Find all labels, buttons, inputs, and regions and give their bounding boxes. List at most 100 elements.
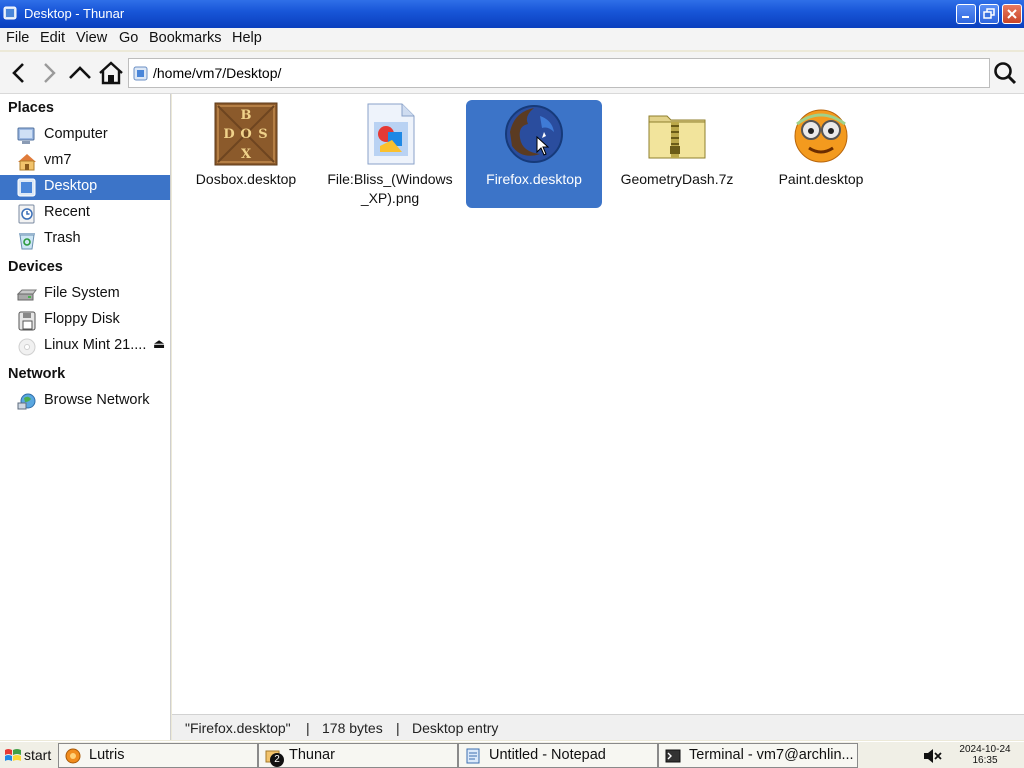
eject-icon[interactable]: ⏏: [153, 337, 165, 352]
terminal-icon: [665, 749, 681, 763]
location-folder-icon: [133, 66, 148, 81]
taskbar-item-label: Lutris: [89, 747, 125, 763]
clock-date: 2024-10-24: [959, 744, 1011, 755]
home-folder-icon: [18, 154, 36, 171]
taskbar-item-thunar[interactable]: 2 Thunar: [258, 743, 458, 768]
sidebar: Places Computer vm7 Desktop Recent Trash…: [0, 94, 171, 740]
drive-icon: [16, 289, 37, 301]
taskbar-item-label: Terminal - vm7@archlin...: [689, 747, 854, 763]
notepad-icon: [466, 748, 480, 764]
file-item-dosbox[interactable]: B D O S X Dosbox.desktop: [178, 100, 314, 208]
sidebar-item-floppy-disk[interactable]: Floppy Disk: [0, 308, 170, 333]
thunar-app-icon: [3, 6, 17, 20]
network-icon: [17, 393, 36, 410]
file-name: Paint.desktop: [778, 171, 864, 187]
status-file-name: "Firefox.desktop": [185, 720, 291, 736]
menu-bookmarks[interactable]: Bookmarks: [149, 30, 222, 46]
status-file-size: 178 bytes: [322, 720, 383, 736]
taskbar-item-notepad[interactable]: Untitled - Notepad: [458, 743, 658, 768]
file-item-geometrydash-7z[interactable]: GeometryDash.7z: [609, 100, 745, 208]
sidebar-item-label: Floppy Disk: [44, 311, 120, 327]
taskbar-item-label: Thunar: [289, 747, 335, 763]
menu-file[interactable]: File: [6, 30, 29, 46]
network-heading: Network: [8, 366, 66, 382]
sidebar-item-vm7[interactable]: vm7: [0, 149, 170, 174]
clock[interactable]: 2024-10-24 16:35: [952, 744, 1018, 766]
home-icon[interactable]: [98, 60, 124, 86]
file-item-paint[interactable]: Paint.desktop: [753, 100, 889, 208]
svg-text:D: D: [223, 127, 234, 142]
file-item-bliss-png[interactable]: File:Bliss_(Windows _XP).png: [322, 100, 458, 208]
sidebar-item-label: Trash: [44, 230, 81, 246]
menu-go[interactable]: Go: [119, 30, 138, 46]
file-name: GeometryDash.7z: [620, 171, 734, 187]
sidebar-item-label: Browse Network: [44, 392, 150, 408]
sidebar-item-label: Linux Mint 21....: [44, 337, 147, 353]
floppy-icon: [18, 311, 36, 331]
places-heading: Places: [8, 100, 54, 116]
sidebar-item-file-system[interactable]: File System: [0, 282, 170, 307]
forward-arrow-icon[interactable]: [36, 60, 62, 86]
minimize-button[interactable]: [956, 4, 976, 24]
menu-view[interactable]: View: [76, 30, 107, 46]
svg-text:X: X: [241, 147, 252, 162]
close-button[interactable]: [1002, 4, 1022, 24]
start-button[interactable]: start: [0, 743, 58, 768]
minimize-icon: [962, 16, 969, 18]
status-separator: |: [306, 720, 310, 736]
dosbox-icon: B D O S X: [214, 102, 278, 166]
sidebar-item-browse-network[interactable]: Browse Network: [0, 389, 170, 414]
location-input[interactable]: [153, 63, 973, 83]
location-bar[interactable]: [128, 58, 990, 88]
firefox-icon: [505, 105, 563, 163]
close-icon: [1007, 9, 1017, 19]
sidebar-item-label: Computer: [44, 126, 108, 142]
sidebar-item-trash[interactable]: Trash: [0, 227, 170, 252]
archive-icon: [648, 115, 706, 159]
sidebar-item-label: File System: [44, 285, 120, 301]
disc-icon: [18, 338, 36, 356]
desktop-icon: [17, 178, 36, 197]
sidebar-item-label: vm7: [44, 152, 72, 168]
restore-button[interactable]: [979, 4, 999, 24]
sidebar-item-recent[interactable]: Recent: [0, 201, 170, 226]
menu-edit[interactable]: Edit: [40, 30, 65, 46]
toolbar: [0, 52, 1024, 94]
paint-icon: [794, 109, 848, 163]
sidebar-item-label: Recent: [44, 204, 90, 220]
up-arrow-icon[interactable]: [67, 60, 93, 86]
back-arrow-icon[interactable]: [6, 60, 32, 86]
clock-time: 16:35: [972, 755, 998, 766]
status-bar: "Firefox.desktop" | 178 bytes | Desktop …: [172, 714, 1024, 740]
computer-icon: [17, 127, 35, 144]
taskbar-item-label: Untitled - Notepad: [489, 747, 606, 763]
file-view[interactable]: B D O S X Dosbox.desktop File:Bliss_(Win…: [172, 94, 1024, 714]
sidebar-item-desktop[interactable]: Desktop: [0, 175, 170, 200]
title-bar[interactable]: Desktop - Thunar: [0, 0, 1024, 28]
windows-logo-icon: [5, 749, 21, 761]
menu-bar: File Edit View Go Bookmarks Help: [0, 28, 1024, 50]
mouse-pointer-icon: [536, 136, 550, 156]
file-name: File:Bliss_(Windows _XP).png: [322, 170, 458, 208]
menu-help[interactable]: Help: [232, 30, 262, 46]
volume-muted-icon[interactable]: [922, 747, 942, 765]
window-count-badge: 2: [270, 753, 284, 767]
taskbar: start Lutris 2 Thunar Untitled - Notepad…: [0, 741, 1024, 768]
recent-icon: [18, 204, 35, 224]
file-name: Firefox.desktop: [486, 171, 582, 187]
sidebar-item-label: Desktop: [44, 178, 98, 194]
file-item-firefox[interactable]: Firefox.desktop: [466, 100, 602, 208]
status-separator: |: [396, 720, 400, 736]
svg-text:B: B: [241, 108, 252, 123]
svg-text:S: S: [258, 127, 267, 142]
restore-icon: [983, 8, 995, 19]
taskbar-item-terminal[interactable]: Terminal - vm7@archlin...: [658, 743, 858, 768]
window-title: Desktop - Thunar: [24, 6, 125, 21]
devices-heading: Devices: [8, 259, 63, 275]
image-file-icon: [367, 103, 415, 165]
status-file-type: Desktop entry: [412, 720, 499, 736]
taskbar-item-lutris[interactable]: Lutris: [58, 743, 258, 768]
search-icon[interactable]: [992, 60, 1018, 86]
sidebar-item-linux-mint[interactable]: Linux Mint 21.... ⏏: [0, 334, 170, 359]
sidebar-item-computer[interactable]: Computer: [0, 123, 170, 148]
